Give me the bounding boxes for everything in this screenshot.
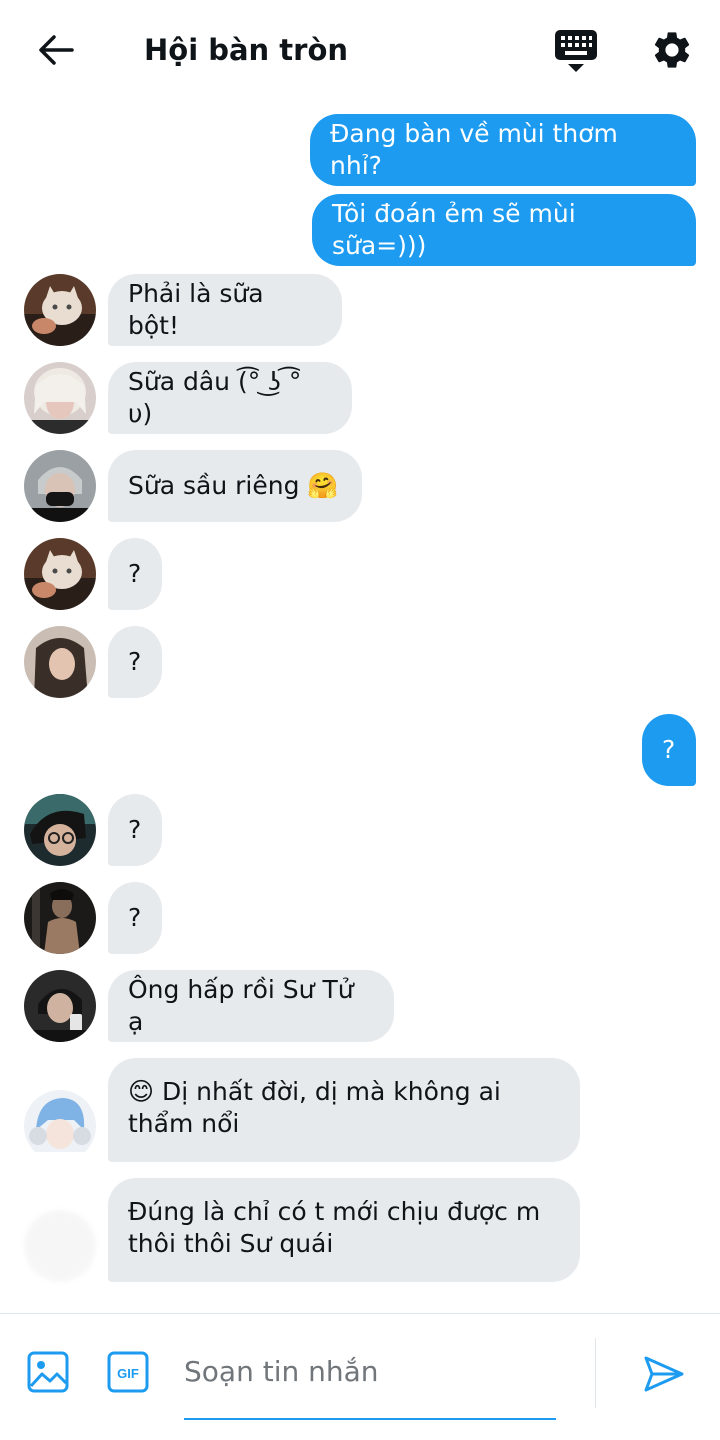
message-text: Đang bàn về mùi thơm nhỉ? — [330, 119, 618, 180]
keyboard-icon[interactable] — [553, 26, 599, 74]
message-text: ? — [128, 647, 142, 676]
outgoing-message[interactable]: Đang bàn về mùi thơm nhỉ? — [310, 114, 696, 186]
message-text: ? — [128, 815, 142, 844]
message-text: Ông hấp rồi Sư Tử ạ — [128, 975, 354, 1036]
incoming-message[interactable]: ? — [108, 882, 162, 954]
outgoing-message[interactable]: Tôi đoán ẻm sẽ mùi sữa=))) — [312, 194, 696, 266]
incoming-message[interactable]: ? — [108, 538, 162, 610]
conversation-header: Hội bàn tròn — [0, 0, 720, 100]
gif-icon[interactable]: GIF — [106, 1350, 150, 1394]
incoming-message[interactable]: ? — [108, 626, 162, 698]
message-text: ? — [128, 903, 142, 932]
message-text: Sữa dâu (͡° ͜ʖ ͡° υ) — [128, 367, 302, 428]
message-text: Sữa sầu riêng 🤗 — [128, 471, 339, 500]
message-text: ? — [662, 735, 676, 764]
composer-separator — [595, 1338, 596, 1408]
avatar — [24, 1210, 96, 1282]
message-text: Đúng là chỉ có t mới chịu được m thôi th… — [128, 1197, 541, 1258]
back-arrow-icon[interactable] — [34, 28, 78, 72]
avatar[interactable] — [24, 274, 96, 346]
avatar[interactable] — [24, 450, 96, 522]
incoming-message[interactable]: Đúng là chỉ có t mới chịu được m thôi th… — [108, 1178, 580, 1282]
incoming-message[interactable]: 😊 Dị nhất đời, dị mà không ai thẩm nổi — [108, 1058, 580, 1162]
incoming-message[interactable]: Sữa sầu riêng 🤗 — [108, 450, 362, 522]
avatar[interactable] — [24, 538, 96, 610]
conversation-title: Hội bàn tròn — [144, 33, 349, 67]
image-icon[interactable] — [26, 1350, 70, 1394]
avatar[interactable] — [24, 970, 96, 1042]
message-input[interactable] — [184, 1346, 556, 1396]
gear-icon[interactable] — [650, 28, 694, 72]
outgoing-message[interactable]: ? — [642, 714, 696, 786]
incoming-message[interactable]: Ông hấp rồi Sư Tử ạ — [108, 970, 394, 1042]
message-text: Phải là sữa bột! — [128, 279, 264, 340]
send-icon[interactable] — [640, 1350, 688, 1398]
avatar[interactable] — [24, 362, 96, 434]
message-text: ? — [128, 559, 142, 588]
message-text: Tôi đoán ẻm sẽ mùi sữa=))) — [332, 199, 576, 260]
incoming-message[interactable]: Sữa dâu (͡° ͜ʖ ͡° υ) — [108, 362, 352, 434]
avatar[interactable] — [24, 1090, 96, 1162]
svg-text:GIF: GIF — [117, 1366, 139, 1381]
avatar[interactable] — [24, 882, 96, 954]
avatar[interactable] — [24, 794, 96, 866]
input-underline — [184, 1418, 556, 1420]
avatar[interactable] — [24, 626, 96, 698]
incoming-message[interactable]: Phải là sữa bột! — [108, 274, 342, 346]
message-text: 😊 Dị nhất đời, dị mà không ai thẩm nổi — [128, 1077, 501, 1138]
incoming-message[interactable]: ? — [108, 794, 162, 866]
